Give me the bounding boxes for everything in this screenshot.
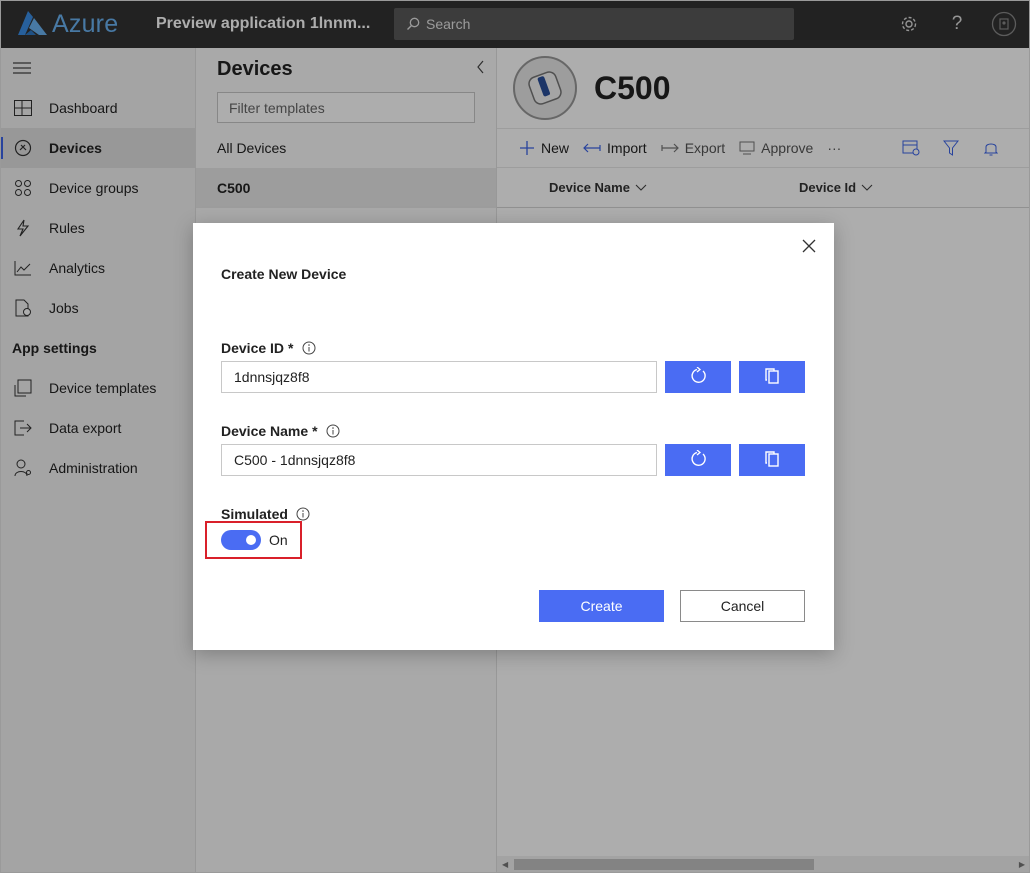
- cancel-button[interactable]: Cancel: [680, 590, 805, 622]
- toggle-knob: [246, 535, 256, 545]
- refresh-icon: [689, 449, 707, 471]
- simulated-label-text: Simulated: [221, 506, 288, 522]
- required-marker: *: [312, 423, 318, 439]
- device-id-label-text: Device ID: [221, 340, 285, 356]
- device-name-field[interactable]: [221, 444, 657, 476]
- regenerate-device-id-button[interactable]: [665, 361, 731, 393]
- device-id-field[interactable]: [221, 361, 657, 393]
- required-marker: *: [288, 340, 294, 356]
- info-icon[interactable]: [326, 424, 340, 438]
- regenerate-device-name-button[interactable]: [665, 444, 731, 476]
- create-button[interactable]: Create: [539, 590, 664, 622]
- close-icon[interactable]: [800, 237, 818, 255]
- refresh-icon: [689, 366, 707, 388]
- copy-device-id-button[interactable]: [739, 361, 805, 393]
- create-device-dialog: Create New Device Device ID * Device Nam…: [193, 223, 834, 650]
- simulated-toggle-highlight: On: [205, 521, 302, 559]
- device-name-label-text: Device Name: [221, 423, 309, 439]
- copy-icon: [764, 367, 780, 388]
- toggle-state-label: On: [269, 532, 288, 548]
- info-icon[interactable]: [302, 341, 316, 355]
- simulated-label: Simulated: [221, 506, 310, 522]
- copy-device-name-button[interactable]: [739, 444, 805, 476]
- device-name-label: Device Name *: [221, 423, 340, 439]
- info-icon[interactable]: [296, 507, 310, 521]
- dialog-title: Create New Device: [221, 266, 347, 282]
- simulated-toggle[interactable]: [221, 530, 261, 550]
- copy-icon: [764, 450, 780, 471]
- device-id-label: Device ID *: [221, 340, 316, 356]
